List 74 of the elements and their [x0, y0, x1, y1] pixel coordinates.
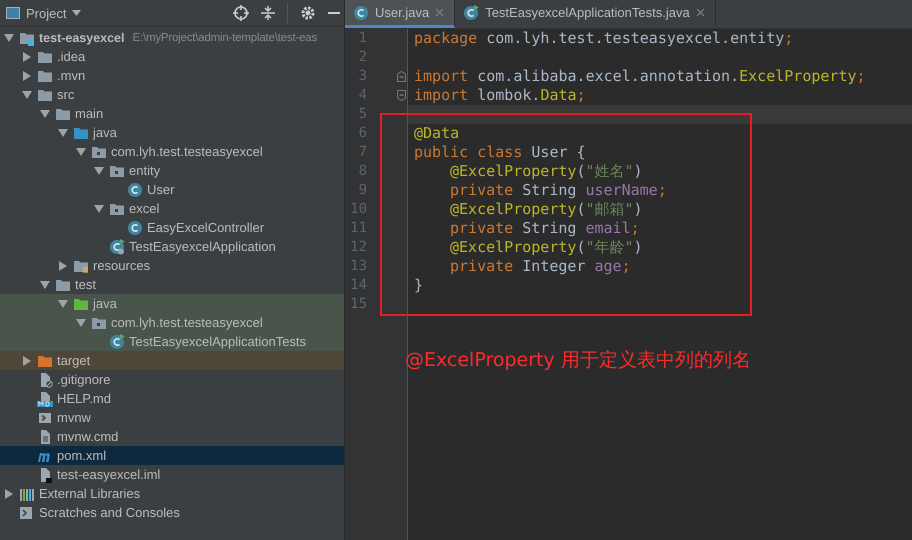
code-line: @ExcelProperty("年龄")	[449, 238, 644, 257]
tree-item[interactable]: .mvn	[0, 66, 344, 85]
project-view-dropdown[interactable]: Project	[6, 6, 82, 20]
code-line: @ExcelProperty("邮箱")	[449, 200, 644, 219]
expanded-arrow-icon[interactable]	[58, 300, 68, 308]
collapsed-arrow-icon[interactable]	[23, 356, 31, 366]
code-line: import lombok.Data;	[413, 86, 587, 105]
tree-item[interactable]: test	[0, 275, 344, 294]
tree-item[interactable]: src	[0, 85, 344, 104]
tree-item[interactable]: resources	[0, 256, 344, 275]
tree-item[interactable]: mvnw.cmd	[0, 427, 344, 446]
tree-item[interactable]: .idea	[0, 47, 344, 66]
tree-item[interactable]: HELP.md	[0, 389, 344, 408]
tree-item[interactable]: entity	[0, 161, 344, 180]
tree-item[interactable]: java	[0, 294, 344, 313]
expanded-arrow-icon[interactable]	[22, 90, 32, 98]
tree-item[interactable]: TestEasyexcelApplicationTests	[0, 332, 344, 351]
fold-icon[interactable]	[397, 90, 406, 101]
panel-icon	[6, 7, 20, 19]
tree-item[interactable]: Scratches and Consoles	[0, 503, 344, 522]
class-icon	[109, 334, 125, 350]
expanded-arrow-icon[interactable]	[94, 204, 104, 212]
code-line: import com.alibaba.excel.annotation.ExcelProperty;	[413, 67, 867, 86]
editor-tab[interactable]: TestEasyexcelApplicationTests.java	[455, 0, 716, 28]
collapsed-arrow-icon[interactable]	[5, 488, 13, 498]
expanded-arrow-icon[interactable]	[40, 280, 50, 288]
tree-item[interactable]: java	[0, 123, 344, 142]
expanded-arrow-icon[interactable]	[4, 34, 14, 42]
file-icon	[37, 390, 53, 406]
expanded-arrow-icon[interactable]	[76, 148, 86, 156]
code-line: private String userName;	[449, 181, 668, 200]
collapsed-arrow-icon[interactable]	[23, 70, 31, 80]
expanded-arrow-icon[interactable]	[40, 110, 50, 118]
tree-item[interactable]: com.lyh.test.testeasyexcel	[0, 313, 344, 332]
code-line: }	[413, 276, 424, 295]
code-line: package com.lyh.test.testeasyexcel.entity;	[413, 29, 794, 48]
tree-item[interactable]: User	[0, 180, 344, 199]
code-line: public class User {	[413, 143, 587, 162]
collapsed-arrow-icon[interactable]	[59, 260, 67, 270]
code-line: @ExcelProperty("姓名")	[449, 162, 644, 181]
tree-item[interactable]: .gitignore	[0, 370, 344, 389]
class-icon	[353, 4, 369, 20]
settings-icon[interactable]	[300, 5, 316, 21]
class-icon	[109, 238, 125, 254]
tree-item[interactable]: External Libraries	[0, 484, 344, 503]
close-icon[interactable]	[696, 8, 705, 17]
locate-icon[interactable]	[233, 5, 249, 21]
fold-icon[interactable]	[397, 71, 406, 82]
tree-item[interactable]: com.lyh.test.testeasyexcel	[0, 142, 344, 161]
class-icon	[127, 182, 143, 198]
tree-item[interactable]: target	[0, 351, 344, 370]
tree-item[interactable]: EasyExcelController	[0, 218, 344, 237]
collapsed-arrow-icon[interactable]	[23, 52, 31, 62]
project-path: E:\myProject\admin-template\test-eas	[132, 32, 318, 44]
class-icon	[127, 220, 143, 236]
caret-icon	[72, 10, 82, 16]
tree-item[interactable]: test-easyexcel E:\myProject\admin-template\test-eas	[0, 28, 344, 47]
editor-tab[interactable]: User.java	[345, 0, 456, 28]
code-line: @Data	[413, 124, 460, 143]
scratch-icon	[19, 504, 35, 520]
class-icon	[463, 4, 480, 20]
code-line: private Integer age;	[449, 257, 632, 276]
expanded-arrow-icon[interactable]	[76, 318, 86, 326]
annotation-note: @ExcelProperty 用于定义表中列的列名	[405, 348, 751, 373]
expanded-arrow-icon[interactable]	[94, 166, 104, 174]
tree-item[interactable]: test-easyexcel.iml	[0, 465, 344, 484]
collapse-all-icon[interactable]	[261, 5, 275, 21]
tree-item[interactable]: mvnw	[0, 408, 344, 427]
expanded-arrow-icon[interactable]	[58, 128, 68, 136]
tree-item[interactable]: excel	[0, 199, 344, 218]
tree-item[interactable]: pom.xml	[0, 446, 344, 465]
code-line: private String email;	[449, 219, 641, 238]
tree-item[interactable]: main	[0, 104, 344, 123]
tree-item[interactable]: TestEasyexcelApplication	[0, 237, 344, 256]
